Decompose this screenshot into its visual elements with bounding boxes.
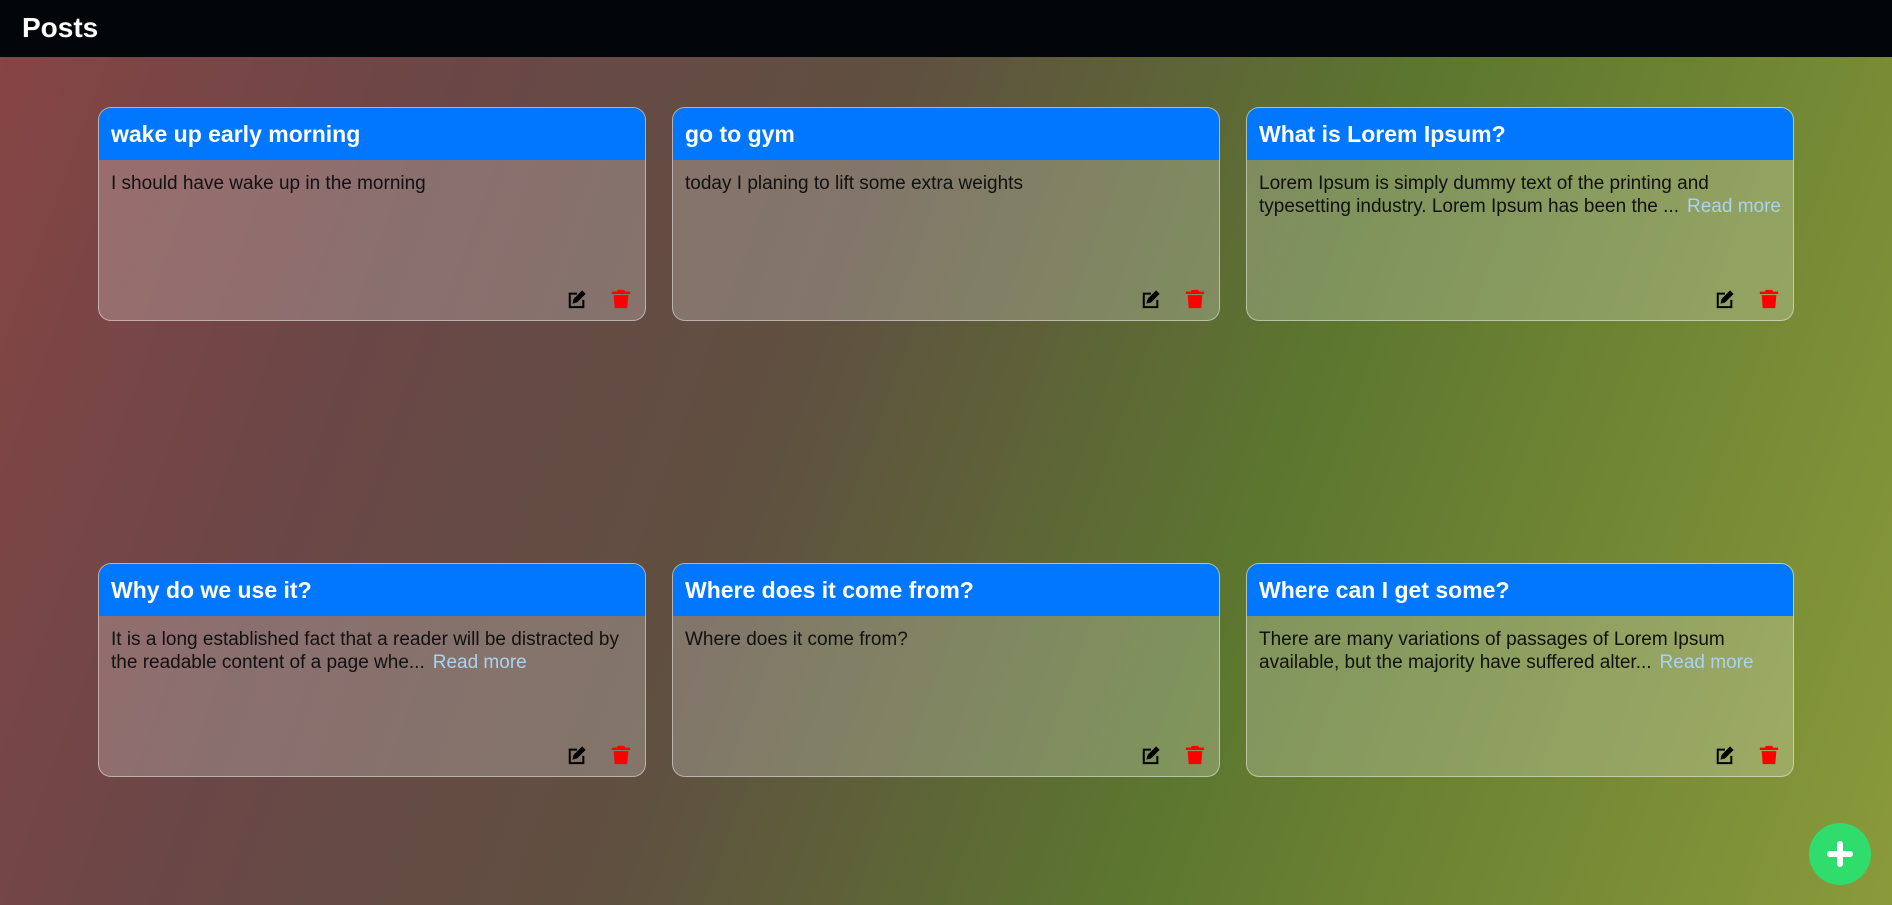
- read-more-link[interactable]: Read more: [433, 652, 527, 673]
- trash-icon[interactable]: [1184, 288, 1206, 310]
- post-card: go to gym today I planing to lift some e…: [672, 107, 1220, 321]
- trash-icon[interactable]: [610, 288, 632, 310]
- read-more-link[interactable]: Read more: [1687, 196, 1781, 217]
- post-title: go to gym: [673, 108, 1219, 160]
- trash-icon[interactable]: [1184, 744, 1206, 766]
- post-excerpt-text: Lorem Ipsum is simply dummy text of the …: [1259, 173, 1709, 217]
- post-excerpt-text: today I planing to lift some extra weigh…: [685, 173, 1023, 194]
- edit-icon[interactable]: [1140, 744, 1162, 766]
- trash-icon[interactable]: [1758, 288, 1780, 310]
- post-actions: [1714, 744, 1780, 766]
- post-excerpt-text: I should have wake up in the morning: [111, 173, 426, 194]
- post-excerpt: There are many variations of passages of…: [1247, 616, 1793, 674]
- post-excerpt: Lorem Ipsum is simply dummy text of the …: [1247, 160, 1793, 218]
- post-excerpt-text: It is a long established fact that a rea…: [111, 629, 619, 673]
- edit-icon[interactable]: [566, 744, 588, 766]
- post-title: Where does it come from?: [673, 564, 1219, 616]
- page-title: Posts: [22, 12, 99, 43]
- edit-icon[interactable]: [566, 288, 588, 310]
- post-excerpt: It is a long established fact that a rea…: [99, 616, 645, 674]
- post-card: What is Lorem Ipsum? Lorem Ipsum is simp…: [1246, 107, 1794, 321]
- edit-icon[interactable]: [1714, 744, 1736, 766]
- post-excerpt: Where does it come from?: [673, 616, 1219, 651]
- post-title: Why do we use it?: [99, 564, 645, 616]
- post-actions: [1140, 288, 1206, 310]
- read-more-link[interactable]: Read more: [1660, 652, 1754, 673]
- add-post-button[interactable]: [1809, 823, 1871, 885]
- trash-icon[interactable]: [1758, 744, 1780, 766]
- posts-grid: wake up early morning I should have wake…: [98, 107, 1796, 777]
- post-card: Where does it come from? Where does it c…: [672, 563, 1220, 777]
- post-card: wake up early morning I should have wake…: [98, 107, 646, 321]
- post-card: Why do we use it? It is a long establish…: [98, 563, 646, 777]
- edit-icon[interactable]: [1714, 288, 1736, 310]
- post-title: Where can I get some?: [1247, 564, 1793, 616]
- top-bar: Posts: [0, 0, 1892, 57]
- post-actions: [1140, 744, 1206, 766]
- post-actions: [1714, 288, 1780, 310]
- edit-icon[interactable]: [1140, 288, 1162, 310]
- post-actions: [566, 744, 632, 766]
- post-title: wake up early morning: [99, 108, 645, 160]
- post-excerpt-text: Where does it come from?: [685, 629, 908, 650]
- plus-icon: [1827, 841, 1853, 867]
- post-actions: [566, 288, 632, 310]
- post-title: What is Lorem Ipsum?: [1247, 108, 1793, 160]
- post-excerpt-text: There are many variations of passages of…: [1259, 629, 1725, 673]
- post-card: Where can I get some? There are many var…: [1246, 563, 1794, 777]
- post-excerpt: today I planing to lift some extra weigh…: [673, 160, 1219, 195]
- trash-icon[interactable]: [610, 744, 632, 766]
- post-excerpt: I should have wake up in the morning: [99, 160, 645, 195]
